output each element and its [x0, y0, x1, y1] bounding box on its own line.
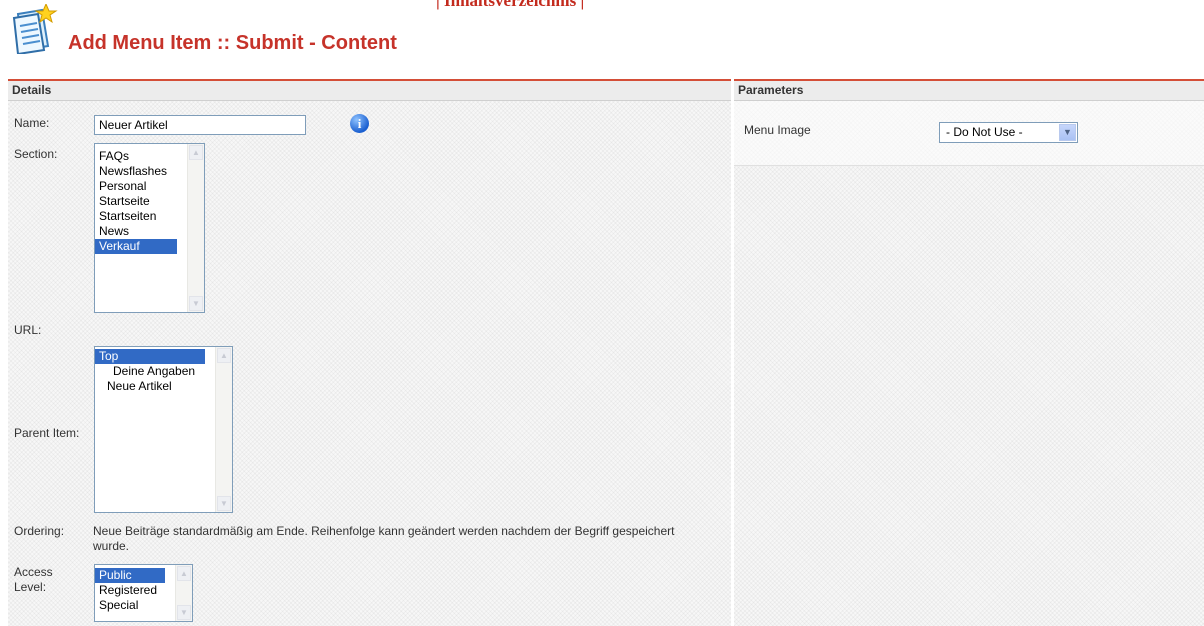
page-title: Add Menu Item :: Submit - Content [68, 32, 397, 54]
scroll-up-icon[interactable]: ▲ [217, 348, 231, 363]
details-heading: Details [8, 81, 731, 101]
scroll-up-icon[interactable]: ▲ [177, 566, 191, 581]
parent-item-option[interactable]: Deine Angaben [95, 364, 232, 379]
chevron-down-icon[interactable]: ▼ [1059, 124, 1076, 141]
url-label: URL: [14, 323, 42, 337]
parameters-heading: Parameters [734, 81, 1204, 101]
scroll-down-icon[interactable]: ▼ [177, 605, 191, 620]
parent-item-option-selected[interactable]: Top [95, 349, 205, 364]
access-level-scrollbar[interactable]: ▲ ▼ [175, 565, 192, 621]
ordering-text: Neue Beiträge standardmäßig am Ende. Rei… [93, 524, 675, 553]
name-label: Name: [14, 116, 50, 130]
ordering-label: Ordering: [14, 524, 65, 538]
menu-image-label: Menu Image [744, 123, 811, 137]
access-level-option-selected[interactable]: Public [95, 568, 165, 583]
section-listbox[interactable]: FAQs Newsflashes Personal Startseite Sta… [94, 143, 205, 313]
menu-item-add-icon [12, 4, 58, 54]
parent-item-scrollbar[interactable]: ▲ ▼ [215, 347, 232, 512]
scroll-down-icon[interactable]: ▼ [217, 496, 231, 511]
parameters-panel: Parameters [734, 79, 1204, 626]
menu-image-value: - Do Not Use - [946, 125, 1023, 139]
section-label: Section: [14, 147, 58, 161]
parent-item-option[interactable]: Neue Artikel [95, 379, 232, 394]
info-icon[interactable]: i [350, 114, 369, 133]
scroll-down-icon[interactable]: ▼ [189, 296, 203, 311]
access-level-label: Access [14, 565, 53, 579]
parent-item-listbox[interactable]: Top Deine Angaben Neue Artikel ▲ ▼ [94, 346, 233, 513]
access-level-listbox[interactable]: Public Registered Special ▲ ▼ [94, 564, 193, 622]
name-input[interactable] [94, 115, 306, 135]
parent-item-label: Parent Item: [14, 426, 80, 440]
section-option-selected[interactable]: Verkauf [95, 239, 177, 254]
top-link-inhaltsverzeichnis[interactable]: | Inhaltsverzeichnis | [436, 0, 584, 11]
section-scrollbar[interactable]: ▲ ▼ [187, 144, 204, 312]
menu-image-select[interactable]: - Do Not Use - ▼ [939, 122, 1078, 143]
access-level-label-2: Level: [14, 580, 47, 594]
scroll-up-icon[interactable]: ▲ [189, 145, 203, 160]
